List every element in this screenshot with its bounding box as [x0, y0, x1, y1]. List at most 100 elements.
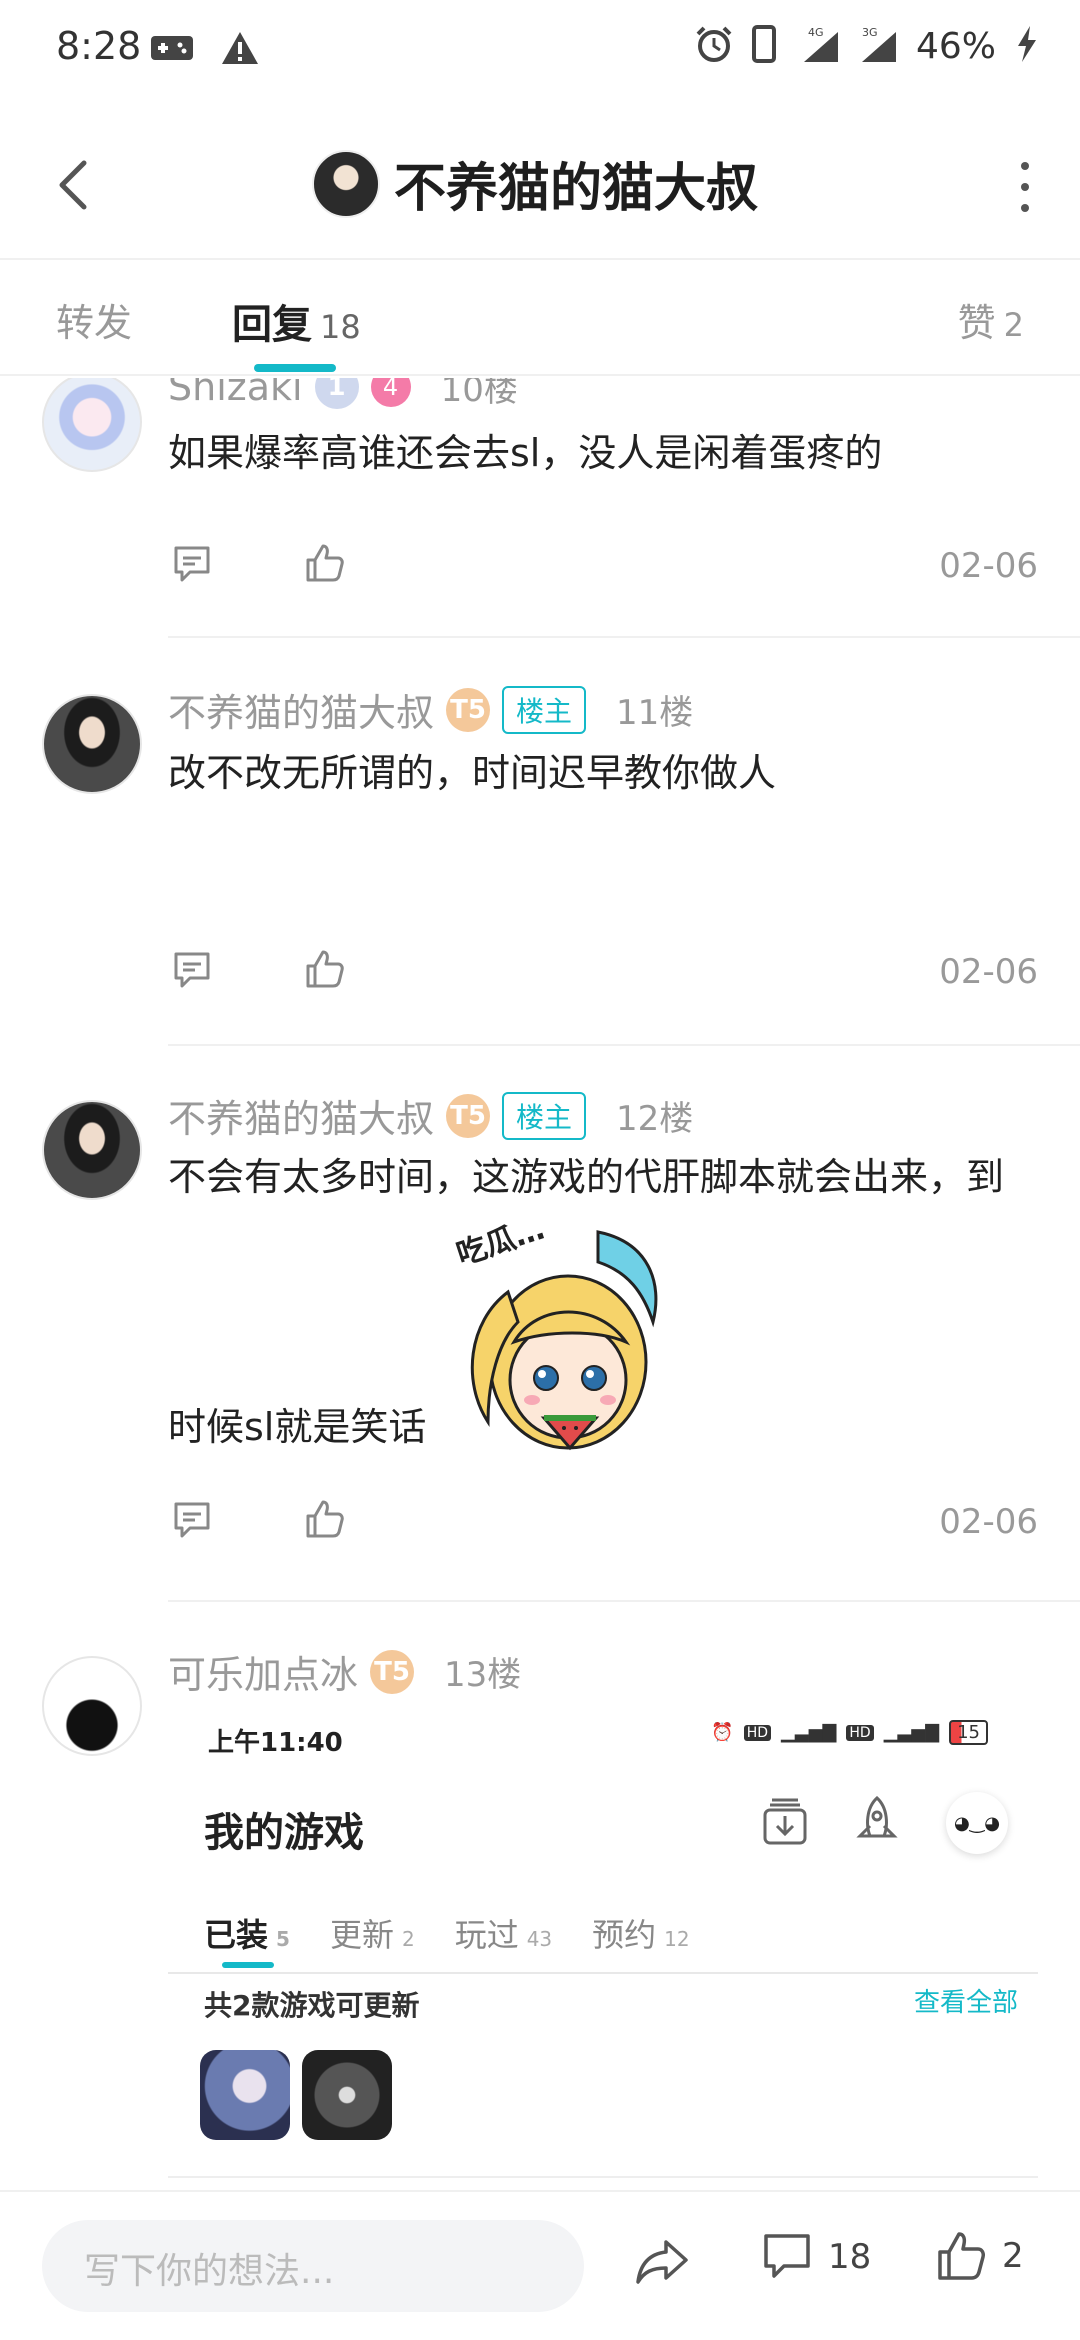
floor-number: 11楼	[616, 693, 694, 733]
avatar[interactable]	[42, 1656, 142, 1756]
hd-icon: HD	[846, 1724, 874, 1741]
floor-number: 13楼	[444, 1655, 522, 1695]
reply-item: 不养猫的猫大叔 T5 楼主 12楼 不会有太多时间，这游戏的代肝脚本就会出来，到…	[0, 1046, 1080, 1602]
user-avatar: ◕‿◕	[946, 1792, 1008, 1854]
like-button[interactable]: 2	[936, 2230, 1024, 2282]
charging-icon	[1014, 24, 1040, 68]
signal-4g-icon: 4G	[794, 24, 840, 68]
game-icon	[302, 2050, 392, 2140]
chevron-left-icon	[59, 160, 87, 210]
svg-text:吃瓜…: 吃瓜…	[452, 1212, 548, 1273]
author-avatar[interactable]	[312, 149, 380, 218]
tab-like[interactable]: 赞2	[958, 292, 1024, 347]
reply-list[interactable]: Shizaki 1 4 10楼 如果爆率高谁还会去sl，没人是闲着蛋疼的 02-…	[0, 378, 1080, 2188]
alarm-icon: ⏰	[711, 1722, 734, 1743]
avatar[interactable]	[42, 1100, 142, 1200]
reply-actions: 02-06	[168, 536, 1048, 596]
page-title: 不养猫的猫大叔	[394, 159, 759, 219]
rocket-icon	[854, 1795, 900, 1850]
embedded-battery: 15	[949, 1720, 988, 1745]
comment-icon[interactable]	[172, 1500, 212, 1544]
more-dots-icon	[1021, 162, 1029, 170]
like-count: 2	[1002, 2236, 1024, 2276]
signal-icon: ▁▃▅▇	[781, 1722, 837, 1743]
comment-icon[interactable]	[172, 544, 212, 588]
alarm-icon	[694, 24, 734, 68]
reply-date: 02-06	[939, 546, 1038, 586]
embedded-view-all: 查看全部	[913, 1988, 1018, 2018]
reply-author[interactable]: 不养猫的猫大叔	[168, 682, 434, 737]
reply-author[interactable]: 可乐加点冰	[168, 1644, 358, 1699]
tab-reply-count: 18	[320, 308, 361, 346]
reply-date: 02-06	[939, 952, 1038, 992]
embedded-tab-installed: 已装 5	[204, 1916, 290, 1954]
signal-3g-icon: 3G	[858, 24, 898, 68]
level-badge: T5	[446, 687, 491, 732]
reply-item: 不养猫的猫大叔 T5 楼主 11楼 改不改无所谓的，时间迟早教你做人 02-06	[0, 640, 1080, 1046]
reply-author[interactable]: Shizaki	[168, 378, 303, 409]
floor-number: 10楼	[440, 378, 518, 410]
comment-icon[interactable]	[172, 950, 212, 994]
reply-author[interactable]: 不养猫的猫大叔	[168, 1088, 434, 1143]
active-tab-indicator	[254, 364, 336, 372]
comment-button[interactable]: 18	[762, 2232, 871, 2282]
comment-placeholder: 写下你的想法...	[84, 2251, 335, 2292]
embedded-tab-reserved: 预约 12	[592, 1916, 690, 1954]
level-badge: T5	[370, 1649, 415, 1694]
host-tag: 楼主	[502, 1091, 587, 1140]
thumbs-up-icon[interactable]	[304, 948, 346, 994]
level-badge: 1	[314, 378, 359, 409]
hd-icon: HD	[743, 1724, 772, 1741]
reply-text: 改不改无所谓的，时间迟早教你做人	[168, 751, 777, 795]
reply-actions: 02-06	[168, 942, 1048, 1002]
comment-count: 18	[828, 2237, 872, 2277]
avatar[interactable]	[42, 378, 142, 472]
status-bar: 8:28 4G 3G 46%	[0, 0, 1080, 100]
reply-actions: 02-06	[168, 1492, 1048, 1552]
reply-text-line2: 时候sl就是笑话	[168, 1405, 427, 1449]
signal-icon: ▁▃▅▇	[883, 1722, 940, 1743]
reply-date: 02-06	[939, 1502, 1038, 1542]
download-icon	[762, 1796, 808, 1850]
game-icon	[200, 2050, 290, 2140]
tab-forward[interactable]: 转发	[56, 292, 132, 347]
gamepad-icon	[150, 34, 194, 66]
thumbs-up-icon[interactable]	[304, 542, 346, 588]
warning-icon	[220, 30, 260, 70]
tab-reply[interactable]: 回复 18	[232, 292, 361, 350]
embedded-screenshot[interactable]: 上午11:40 ⏰ HD ▁▃▅▇ HD ▁▃▅▇ 15 我的游戏 ◕‿◕ 已装…	[168, 1700, 1048, 2188]
embedded-tab-indicator	[222, 1962, 274, 1968]
host-tag: 楼主	[502, 685, 587, 734]
status-time: 8:28	[56, 24, 142, 68]
tab-bar: 转发 回复 18 赞2	[0, 262, 1080, 376]
back-button[interactable]	[38, 150, 108, 220]
share-icon[interactable]	[634, 2236, 690, 2292]
embedded-time: 上午11:40	[208, 1728, 343, 1758]
reply-item: 可乐加点冰 T5 13楼 上午11:40 ⏰ HD ▁▃▅▇ HD ▁▃▅▇ 1…	[0, 1602, 1080, 2188]
tab-like-count: 2	[1003, 306, 1024, 344]
rank-badge: 4	[370, 378, 411, 407]
reply-text: 如果爆率高谁还会去sl，没人是闲着蛋疼的	[168, 431, 883, 475]
svg-text:4G: 4G	[808, 26, 824, 39]
tab-reply-label: 回复	[232, 302, 312, 348]
divider	[168, 636, 1080, 638]
embedded-title: 我的游戏	[204, 1810, 364, 1856]
reply-text-line1: 不会有太多时间，这游戏的代肝脚本就会出来，到	[168, 1155, 1005, 1199]
floor-number: 12楼	[616, 1099, 694, 1139]
bottom-bar: 写下你的想法... 18 2	[0, 2190, 1080, 2340]
svg-text:3G: 3G	[862, 26, 878, 39]
comment-icon	[764, 2234, 810, 2278]
title-bar: 不养猫的猫大叔	[0, 110, 1080, 260]
embedded-tab-updates: 更新 2	[329, 1916, 415, 1954]
embedded-tab-played: 玩过 43	[454, 1916, 553, 1954]
tab-like-label: 赞	[957, 301, 996, 345]
phone-icon	[751, 25, 776, 67]
more-button[interactable]	[1010, 162, 1040, 212]
thumbs-up-icon	[938, 2232, 985, 2280]
embedded-update-text: 共2款游戏可更新	[204, 1989, 420, 2022]
battery-level: 46%	[915, 25, 996, 67]
comment-input[interactable]: 写下你的想法...	[42, 2220, 584, 2312]
avatar[interactable]	[42, 694, 142, 794]
thumbs-up-icon[interactable]	[304, 1498, 346, 1544]
level-badge: T5	[446, 1093, 491, 1138]
